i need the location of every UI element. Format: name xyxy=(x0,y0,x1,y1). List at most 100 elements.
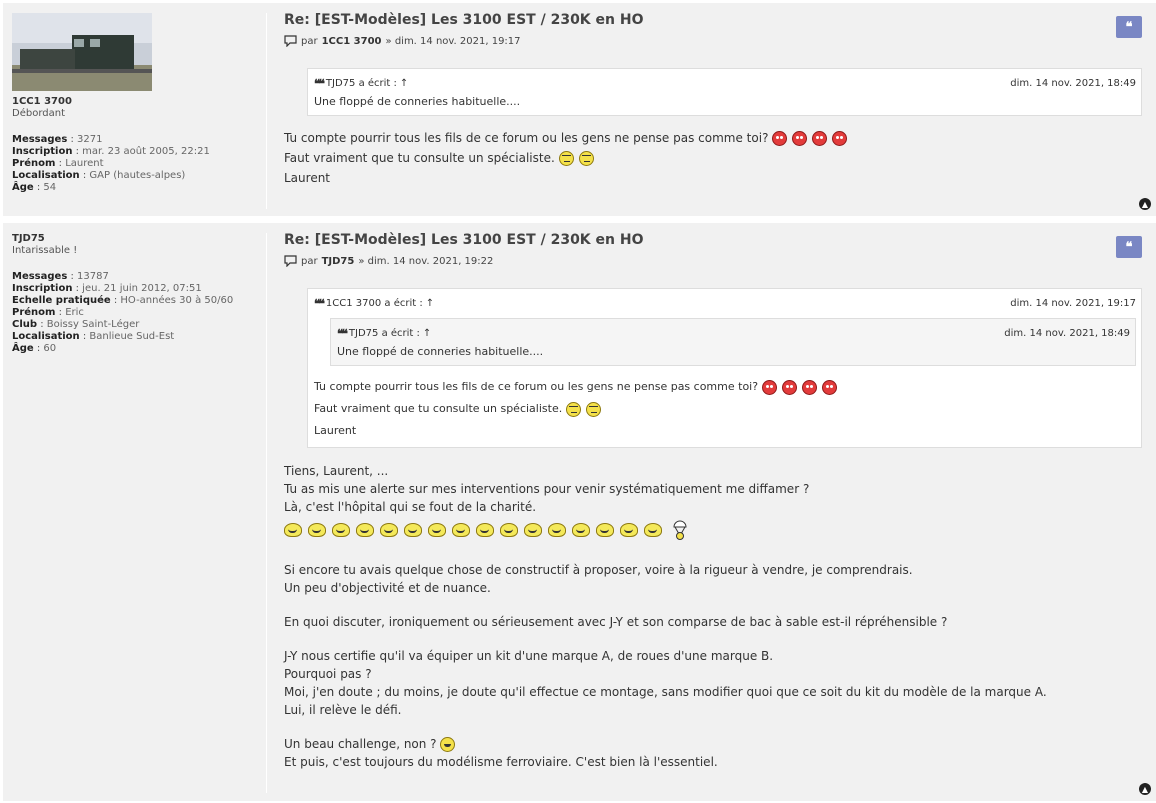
quote-text: Une floppé de conneries habituelle.... xyxy=(337,345,544,358)
post-meta: par 1CC1 3700 » dim. 14 nov. 2021, 19:17 xyxy=(284,35,1142,47)
profile-field-prenom: Prénom : Eric xyxy=(12,307,84,318)
angry-smiley-icon xyxy=(761,379,777,395)
post-content: Tiens, Laurent, ... Tu as mis une alerte… xyxy=(284,462,1142,771)
quote-jump-link[interactable]: ↑ xyxy=(426,296,434,312)
laugh-smiley-icon xyxy=(644,523,662,537)
rolleyes-smiley-icon xyxy=(578,151,594,166)
laugh-smiley-icon xyxy=(452,523,470,537)
quote-date: dim. 14 nov. 2021, 18:49 xyxy=(1010,78,1136,89)
angry-smiley-icon xyxy=(821,379,837,395)
quote-text: Tu compte pourrir tous les fils de ce fo… xyxy=(314,376,1136,442)
profile-field-age: Âge : 60 xyxy=(12,343,57,354)
laugh-smiley-icon xyxy=(548,523,566,537)
post-title[interactable]: Re: [EST-Modèles] Les 3100 EST / 230K en… xyxy=(284,231,1142,249)
laugh-smiley-icon xyxy=(380,523,398,537)
rolleyes-smiley-icon xyxy=(558,151,574,166)
content-line: Tu as mis une alerte sur mes interventio… xyxy=(284,482,810,496)
content-line: Lui, il relève le défi. xyxy=(284,703,402,717)
rolleyes-smiley-icon xyxy=(585,401,601,417)
quote-jump-link[interactable]: ↑ xyxy=(423,326,431,342)
quote-icon: ❝❝ xyxy=(337,327,348,341)
quote-icon: ❝ xyxy=(1125,19,1133,35)
post-profile: 1CC1 3700 Débordant Messages : 3271 Insc… xyxy=(12,13,262,194)
post-by: par xyxy=(301,255,318,267)
content-line: En quoi discuter, ironiquement ou sérieu… xyxy=(284,615,948,629)
post-profile: TJD75 Intarissable ! Messages : 13787 In… xyxy=(12,233,262,355)
laugh-smiley-icon xyxy=(284,523,302,537)
content-line: Là, c'est l'hôpital qui se fout de la ch… xyxy=(284,500,537,514)
content-line: Un beau challenge, non ? xyxy=(284,737,437,751)
post-icon[interactable] xyxy=(284,255,297,267)
profile-field-prenom: Prénom : Laurent xyxy=(12,158,104,169)
username[interactable]: TJD75 xyxy=(12,233,262,245)
post-content: Tu compte pourrir tous les fils de ce fo… xyxy=(284,128,1142,188)
profile-field-messages: Messages : 3271 xyxy=(12,134,103,145)
username[interactable]: 1CC1 3700 xyxy=(12,96,262,108)
quote-author[interactable]: TJD75 a écrit : xyxy=(326,76,397,92)
angry-smiley-icon xyxy=(772,131,788,146)
post-author-link[interactable]: 1CC1 3700 xyxy=(322,36,382,47)
laugh-smiley-icon xyxy=(620,523,638,537)
post-meta: par TJD75 » dim. 14 nov. 2021, 19:22 xyxy=(284,255,1142,267)
rolleyes-smiley-icon xyxy=(565,401,581,417)
post-author-link[interactable]: TJD75 xyxy=(322,256,355,267)
back-to-top-icon[interactable]: ▲ xyxy=(1139,198,1151,210)
post: TJD75 Intarissable ! Messages : 13787 In… xyxy=(3,223,1156,801)
content-line: Tiens, Laurent, ... xyxy=(284,464,389,478)
laugh-smiley-icon xyxy=(572,523,590,537)
content-line: Et puis, c'est toujours du modélisme fer… xyxy=(284,755,718,769)
post-date: » dim. 14 nov. 2021, 19:17 xyxy=(385,35,521,47)
content-line: Tu compte pourrir tous les fils de ce fo… xyxy=(284,131,769,145)
profile-field-inscription: Inscription : mar. 23 août 2005, 22:21 xyxy=(12,146,210,157)
laugh-smiley-icon xyxy=(428,523,446,537)
profile-field-localisation: Localisation : Banlieue Sud-Est xyxy=(12,331,175,342)
post-date: » dim. 14 nov. 2021, 19:22 xyxy=(358,255,494,267)
content-line: Si encore tu avais quelque chose de cons… xyxy=(284,563,913,577)
back-to-top-icon[interactable]: ▲ xyxy=(1139,783,1151,795)
quote-jump-link[interactable]: ↑ xyxy=(400,76,408,92)
angry-smiley-icon xyxy=(792,131,808,146)
content-line: Laurent xyxy=(284,171,331,185)
content-line: J-Y nous certifie qu'il va équiper un ki… xyxy=(284,649,774,663)
quote-icon: ❝❝ xyxy=(314,297,325,311)
laugh-smiley-icon xyxy=(332,523,350,537)
angry-smiley-icon xyxy=(801,379,817,395)
quote-author[interactable]: 1CC1 3700 a écrit : xyxy=(326,296,423,312)
divider xyxy=(266,233,267,793)
quote-icon: ❝ xyxy=(1125,239,1133,255)
laugh-smiley-icon xyxy=(356,523,374,537)
divider xyxy=(266,13,267,209)
laugh-smiley-icon xyxy=(524,523,542,537)
laugh-smiley-icon xyxy=(596,523,614,537)
nested-blockquote: ❝❝ TJD75 a écrit : ↑ dim. 14 nov. 2021, 18… xyxy=(330,318,1136,366)
angry-smiley-icon xyxy=(781,379,797,395)
quote-date: dim. 14 nov. 2021, 18:49 xyxy=(1004,328,1130,339)
smiley-row xyxy=(284,519,1142,541)
quote-author[interactable]: TJD75 a écrit : xyxy=(349,326,420,342)
quote-button[interactable]: ❝ xyxy=(1116,236,1142,258)
post: 1CC1 3700 Débordant Messages : 3271 Insc… xyxy=(3,3,1156,216)
post-body: ❝ Re: [EST-Modèles] Les 3100 EST / 230K … xyxy=(284,11,1142,188)
post-title[interactable]: Re: [EST-Modèles] Les 3100 EST / 230K en… xyxy=(284,11,1142,29)
content-line: Faut vraiment que tu consulte un spécial… xyxy=(284,151,555,165)
user-rank: Débordant xyxy=(12,108,65,119)
laugh-smiley-icon xyxy=(500,523,518,537)
user-rank: Intarissable ! xyxy=(12,245,78,256)
profile-field-inscription: Inscription : jeu. 21 juin 2012, 07:51 xyxy=(12,283,202,294)
profile-field-echelle: Echelle pratiquée : HO-années 30 à 50/60 xyxy=(12,295,234,306)
profile-field-messages: Messages : 13787 xyxy=(12,271,109,282)
quote-text: Une floppé de conneries habituelle.... xyxy=(314,95,521,108)
laugh-smiley-icon xyxy=(308,523,326,537)
laugh-smiley-icon xyxy=(404,523,422,537)
profile-field-age: Âge : 54 xyxy=(12,182,57,193)
blockquote: ❝❝ 1CC1 3700 a écrit : ↑ dim. 14 nov. 2021… xyxy=(307,288,1142,448)
content-line: Pourquoi pas ? xyxy=(284,667,372,681)
quote-icon: ❝❝ xyxy=(314,77,325,91)
avatar[interactable] xyxy=(12,13,152,91)
quote-button[interactable]: ❝ xyxy=(1116,16,1142,38)
post-icon[interactable] xyxy=(284,35,297,47)
profile-field-localisation: Localisation : GAP (hautes-alpes) xyxy=(12,170,186,181)
grin-smiley-icon xyxy=(440,737,456,752)
content-line: Moi, j'en doute ; du moins, je doute qu'… xyxy=(284,685,1047,699)
parachute-smiley-icon xyxy=(673,520,687,540)
